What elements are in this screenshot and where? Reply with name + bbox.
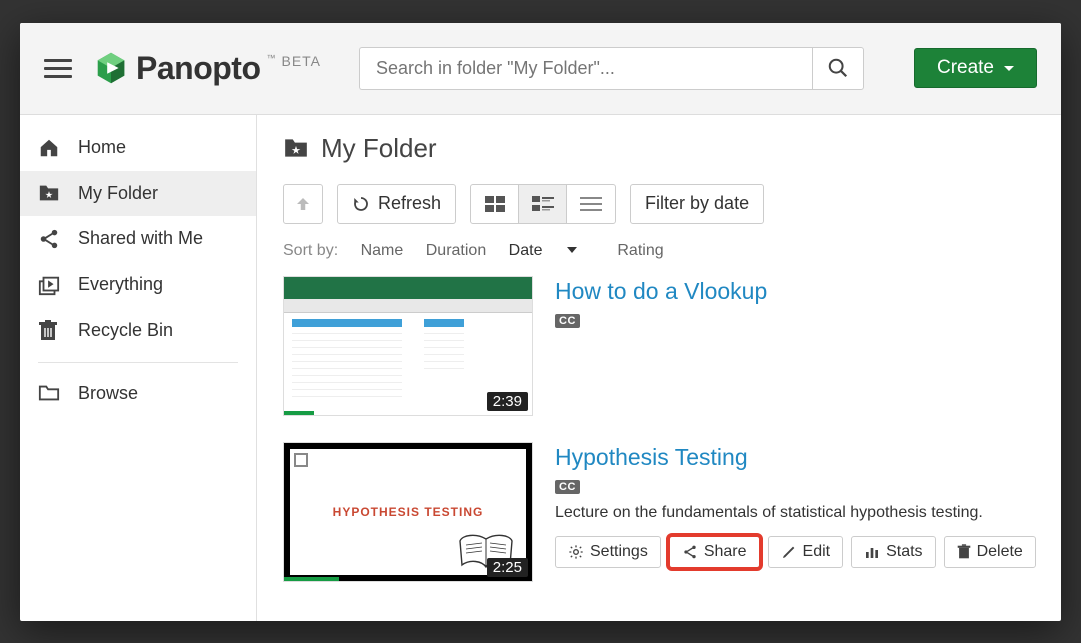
video-row: HYPOTHESIS TESTING [283,442,1035,582]
stats-button[interactable]: Stats [851,536,935,568]
folder-star-icon [283,137,309,159]
pencil-icon [781,544,797,560]
delete-button[interactable]: Delete [944,536,1036,568]
sidebar-item-browse[interactable]: Browse [20,371,256,416]
beta-badge: BETA [281,53,321,69]
refresh-icon [352,195,370,213]
gear-icon [568,544,584,560]
trademark: ™ [266,53,275,63]
sort-date[interactable]: Date [509,242,595,259]
video-actions: Settings Share Edit Stats [555,536,1036,568]
video-title-link[interactable]: How to do a Vlookup [555,278,1035,305]
app-window: Panopto ™ BETA Create Home [20,23,1061,621]
chevron-down-icon [1004,66,1014,71]
edit-button[interactable]: Edit [768,536,844,568]
video-thumbnail[interactable]: 2:39 [283,276,533,416]
folder-outline-icon [38,384,62,402]
library-icon [38,274,62,296]
brand-name: Panopto [136,50,260,87]
view-grid[interactable] [471,185,519,223]
refresh-label: Refresh [378,193,441,214]
create-button[interactable]: Create [914,48,1037,88]
filter-label: Filter by date [645,193,749,214]
filter-date-button[interactable]: Filter by date [630,184,764,224]
toolbar: Refresh Filter by date [283,184,1035,224]
share-icon [682,544,698,560]
settings-button[interactable]: Settings [555,536,661,568]
bars-icon [864,544,880,560]
sort-rating[interactable]: Rating [617,242,663,259]
folder-star-icon [38,183,62,203]
sidebar-item-home[interactable]: Home [20,125,256,171]
sidebar-item-label: My Folder [78,183,158,204]
sidebar-item-recycle[interactable]: Recycle Bin [20,308,256,354]
main-content: My Folder Refresh [257,115,1061,621]
duration-badge: 2:25 [487,558,528,577]
folder-title-text: My Folder [321,133,437,164]
sidebar-item-label: Shared with Me [78,228,203,249]
video-thumbnail[interactable]: HYPOTHESIS TESTING [283,442,533,582]
sort-duration[interactable]: Duration [426,242,486,259]
sort-direction-icon [567,247,577,253]
sort-label: Sort by: [283,242,338,259]
detail-icon [532,196,554,212]
arrow-up-icon [294,195,312,213]
search-icon [827,57,849,79]
grid-icon [485,196,505,212]
sidebar: Home My Folder Shared with Me Everything [20,115,257,621]
progress-bar [284,411,314,415]
share-icon [38,228,62,250]
search-button[interactable] [812,47,864,90]
refresh-button[interactable]: Refresh [337,184,456,224]
share-button[interactable]: Share [669,536,760,568]
brand-logo[interactable]: Panopto ™ BETA [92,49,321,87]
up-button[interactable] [283,184,323,224]
sidebar-item-label: Home [78,137,126,158]
video-info: How to do a Vlookup CC [555,276,1035,416]
trash-icon [957,544,971,560]
sidebar-item-my-folder[interactable]: My Folder [20,171,256,216]
view-switcher [470,184,616,224]
sidebar-separator [38,362,238,363]
panopto-logo-icon [92,49,130,87]
view-detail[interactable] [519,185,567,223]
cc-badge: CC [555,480,580,494]
duration-badge: 2:39 [487,392,528,411]
sidebar-item-label: Everything [78,274,163,295]
home-icon [38,137,62,159]
video-row: 2:39 How to do a Vlookup CC [283,276,1035,416]
create-label: Create [937,57,994,79]
video-description: Lecture on the fundamentals of statistic… [555,504,1036,522]
topbar: Panopto ™ BETA Create [20,23,1061,115]
body: Home My Folder Shared with Me Everything [20,115,1061,621]
folder-header: My Folder [283,133,1035,164]
search-input[interactable] [359,47,812,90]
sidebar-item-label: Recycle Bin [78,320,173,341]
sidebar-item-everything[interactable]: Everything [20,262,256,308]
list-icon [580,196,602,212]
video-info: Hypothesis Testing CC Lecture on the fun… [555,442,1036,582]
search-container [359,47,864,90]
progress-bar [284,577,339,581]
cc-badge: CC [555,314,580,328]
sidebar-item-shared[interactable]: Shared with Me [20,216,256,262]
menu-toggle[interactable] [44,54,72,83]
sort-name[interactable]: Name [361,242,404,259]
video-title-link[interactable]: Hypothesis Testing [555,444,1036,471]
sidebar-item-label: Browse [78,383,138,404]
trash-icon [38,320,62,342]
sort-row: Sort by: Name Duration Date Rating [283,242,1035,260]
view-list[interactable] [567,185,615,223]
